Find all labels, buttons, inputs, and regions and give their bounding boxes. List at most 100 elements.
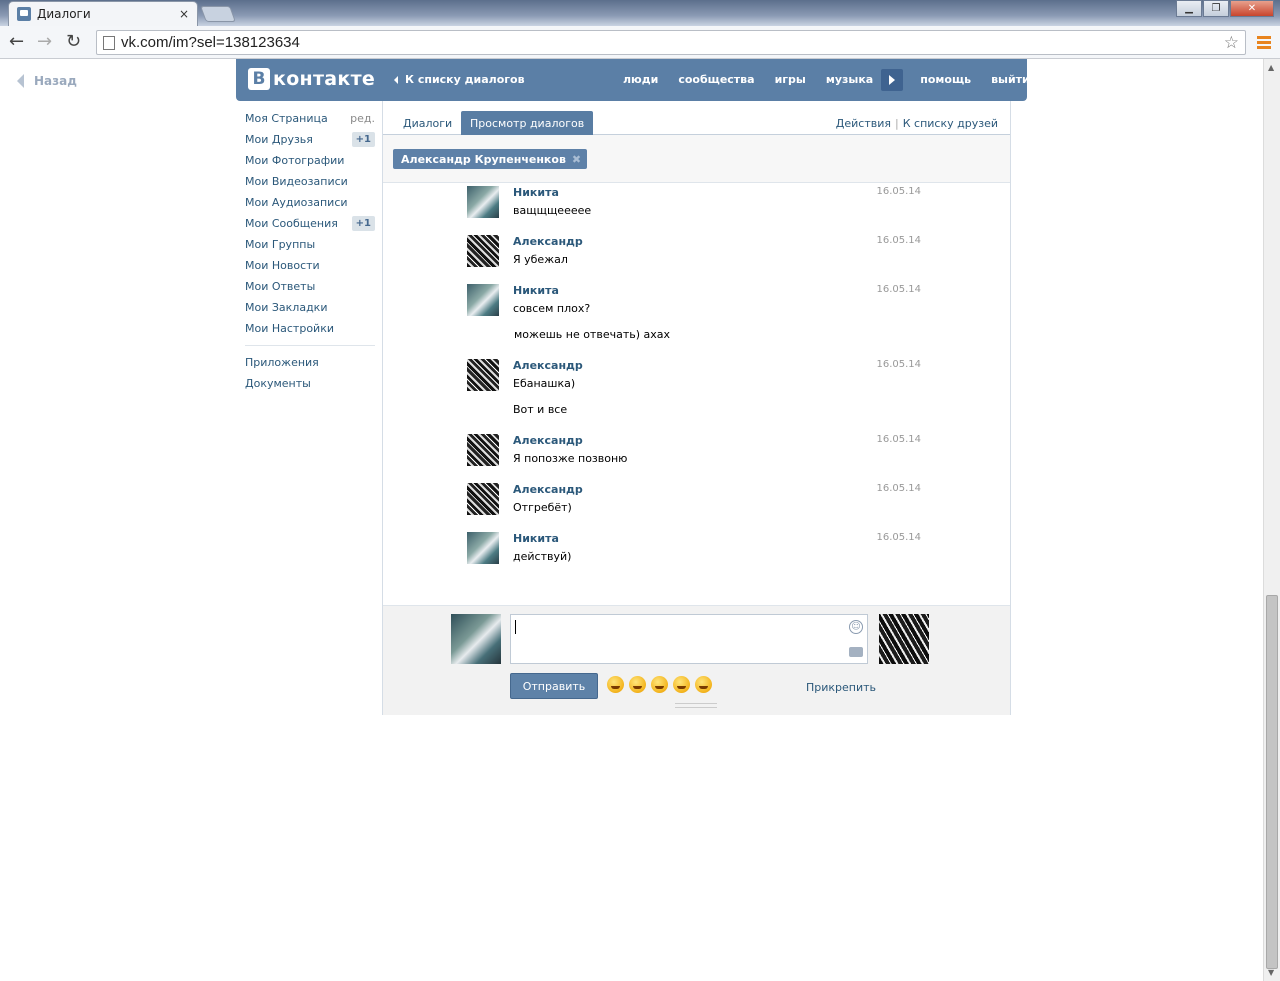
message-author[interactable]: Никита [513,532,559,545]
sidebar-item-messages[interactable]: Мои Сообщения +1 [245,213,375,234]
avatar[interactable] [467,284,499,316]
resize-grip[interactable] [675,703,717,708]
message-text: Я попозже позвоню [513,452,628,465]
scroll-up-icon[interactable]: ▲ [1268,63,1274,72]
nav-logout[interactable]: выйти [991,73,1030,86]
edit-link[interactable]: ред. [350,112,375,125]
actions-separator: | [895,117,899,130]
sidebar-item-documents[interactable]: Документы [245,373,375,394]
browser-menu-icon[interactable] [1257,36,1271,51]
nav-communities[interactable]: сообщества [678,73,754,86]
peer-chip[interactable]: Александр Крупенченков ✖ [393,149,588,169]
url-input[interactable]: vk.com/im?sel=138123634 ☆ [96,30,1246,55]
camera-icon[interactable] [849,647,863,657]
emoji-grin-icon[interactable] [607,676,624,693]
sidebar-item-audio[interactable]: Мои Аудиозаписи [245,192,375,213]
message-text: можешь не отвечать) ахах [514,328,671,341]
attach-link[interactable]: Прикрепить [806,681,876,694]
dialog-panel: Диалоги Просмотр диалогов Действия | К спи… [382,101,1011,715]
smiley-icon[interactable]: ☺ [849,620,863,634]
sidebar-item-groups[interactable]: Мои Группы [245,234,375,255]
message-author[interactable]: Александр [513,434,583,447]
actions-link[interactable]: Действия [836,117,891,130]
message-text: действуй) [513,550,572,563]
send-button[interactable]: Отправить [510,673,598,699]
message-item: Никита 16.05.14 действуй) [467,532,927,572]
message-item: Никита 16.05.14 ващщщеееее [467,186,927,226]
sidebar-item-my-page[interactable]: Моя Страница ред. [245,108,375,129]
back-arrow-icon[interactable]: ← [9,33,24,51]
browser-tab[interactable]: Диалоги × [8,1,198,26]
nav-people[interactable]: люди [623,73,658,86]
my-avatar[interactable] [451,614,501,664]
message-date: 16.05.14 [876,284,921,295]
sidebar-item-label: Мои Настройки [245,322,334,335]
sidebar-item-label: Мои Видеозаписи [245,175,348,188]
message-author[interactable]: Александр [513,483,583,496]
sidebar-item-news[interactable]: Мои Новости [245,255,375,276]
tab-title: Диалоги [37,7,91,21]
scrollbar-thumb[interactable] [1266,595,1278,969]
top-nav: люди сообщества игры музыка помощь выйти [623,68,1050,91]
url-text: vk.com/im?sel=138123634 [121,34,300,51]
tab-dialogs[interactable]: Диалоги [394,111,461,135]
vk-header: B контакте К списку диалогов люди сообще… [236,59,1030,101]
sidebar-item-videos[interactable]: Мои Видеозаписи [245,171,375,192]
minimize-icon[interactable]: ▁ [1176,0,1202,17]
avatar[interactable] [467,532,499,564]
friends-list-link[interactable]: К списку друзей [903,117,998,130]
logo-text: контакте [273,68,376,90]
sidebar-item-label: Мои Аудиозаписи [245,196,348,209]
sidebar-item-friends[interactable]: Мои Друзья +1 [245,129,375,150]
message-item: Александр 16.05.14 Я убежал [467,235,927,275]
avatar[interactable] [467,483,499,515]
scroll-down-icon[interactable]: ▼ [1268,968,1274,977]
bookmark-star-icon[interactable]: ☆ [1224,33,1239,53]
nav-music[interactable]: музыка [826,73,873,86]
friends-count-badge: +1 [351,132,375,147]
maximize-icon[interactable]: ❐ [1203,0,1229,17]
sidebar-item-label: Мои Фотографии [245,154,345,167]
quick-emojis [607,676,717,693]
compose-area: ☺ Отправить Прикрепить [383,605,1010,715]
avatar[interactable] [467,186,499,218]
sidebar-item-settings[interactable]: Мои Настройки [245,318,375,339]
nav-help[interactable]: помощь [920,73,971,86]
message-input[interactable]: ☺ [510,614,868,664]
message-author[interactable]: Александр [513,359,583,372]
peer-avatar[interactable] [879,614,929,664]
avatar[interactable] [467,359,499,391]
sidebar-divider [245,345,375,346]
forward-arrow-icon[interactable]: → [37,33,52,51]
vk-logo[interactable]: B контакте [248,68,375,90]
reload-icon[interactable]: ↻ [66,33,81,51]
page-scrollbar[interactable]: ▲ ▼ [1263,59,1280,981]
music-play-icon[interactable] [881,68,904,91]
emoji-wink-icon[interactable] [673,676,690,693]
tab-close-icon[interactable]: × [179,7,189,21]
window-controls: ▁ ❐ ✕ [1175,0,1274,17]
message-author[interactable]: Никита [513,186,559,199]
message-author[interactable]: Никита [513,284,559,297]
nav-games[interactable]: игры [775,73,806,86]
sidebar-item-answers[interactable]: Мои Ответы [245,276,375,297]
avatar[interactable] [467,235,499,267]
to-dialogs-link[interactable]: К списку диалогов [394,73,525,86]
message-text: ващщщеееее [513,204,592,217]
sidebar-item-bookmarks[interactable]: Мои Закладки [245,297,375,318]
remove-peer-icon[interactable]: ✖ [572,153,581,166]
sidebar-item-photos[interactable]: Мои Фотографии [245,150,375,171]
new-tab-button[interactable] [200,6,236,22]
emoji-smile-icon[interactable] [651,676,668,693]
sidebar-item-apps[interactable]: Приложения [245,352,375,373]
emoji-laugh-icon[interactable] [629,676,646,693]
sidebar-item-label: Документы [245,377,311,390]
tab-view-dialogs[interactable]: Просмотр диалогов [461,111,594,135]
message-author[interactable]: Александр [513,235,583,248]
back-link[interactable]: Назад [17,74,77,88]
emoji-blush-icon[interactable] [695,676,712,693]
message-date: 16.05.14 [876,483,921,494]
window-close-icon[interactable]: ✕ [1230,0,1274,17]
message-item: Александр 16.05.14 Я попозже позвоню [467,434,927,474]
avatar[interactable] [467,434,499,466]
